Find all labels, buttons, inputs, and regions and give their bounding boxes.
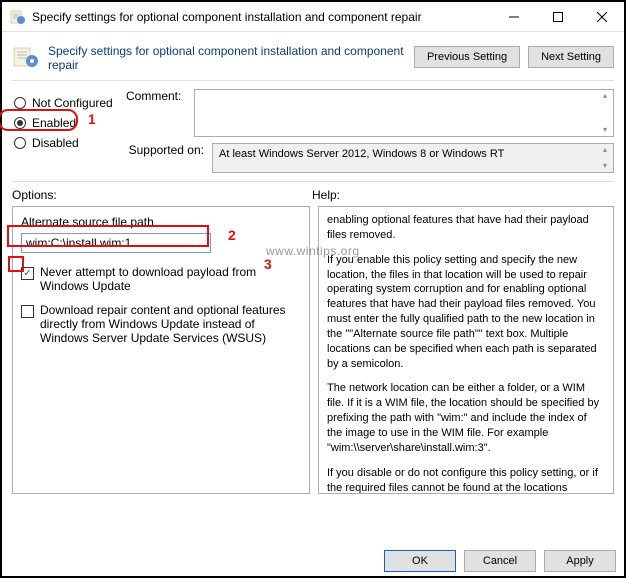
ok-button[interactable]: OK [384, 550, 456, 572]
radio-icon [14, 137, 26, 149]
help-paragraph: The network location can be either a fol… [327, 381, 605, 455]
supported-on-label: Supported on: [126, 143, 204, 157]
radio-disabled[interactable]: Disabled [12, 133, 118, 153]
options-panel: Alternate source file path ✓ Never attem… [12, 206, 310, 494]
radio-not-configured[interactable]: Not Configured [12, 93, 118, 113]
radio-label: Enabled [32, 116, 76, 130]
policy-large-icon [12, 46, 42, 68]
comment-textarea[interactable]: ▴ ▾ [194, 89, 614, 137]
close-button[interactable] [580, 2, 624, 31]
scroll-down-icon: ▾ [599, 162, 611, 170]
titlebar: Specify settings for optional component … [2, 2, 624, 32]
alt-path-input[interactable] [21, 233, 211, 253]
supported-on-text: At least Windows Server 2012, Windows 8 … [219, 148, 504, 160]
checkbox-never-download[interactable]: ✓ Never attempt to download payload from… [21, 265, 301, 293]
scroll-down-icon: ▾ [599, 126, 611, 134]
radio-label: Not Configured [32, 96, 113, 110]
radio-label: Disabled [32, 136, 79, 150]
radio-enabled[interactable]: Enabled [12, 113, 118, 133]
checkbox-label: Download repair content and optional fea… [40, 303, 301, 345]
maximize-button[interactable] [536, 2, 580, 31]
supported-on-value: At least Windows Server 2012, Windows 8 … [212, 143, 614, 173]
window-buttons [492, 2, 624, 31]
help-label: Help: [312, 188, 614, 202]
policy-icon [10, 9, 26, 25]
state-radio-group: Not Configured Enabled Disabled [12, 89, 118, 173]
checkbox-label: Never attempt to download payload from W… [40, 265, 301, 293]
window-title: Specify settings for optional component … [32, 10, 492, 24]
scrollbar[interactable]: ▴ ▾ [599, 92, 611, 134]
panels-area: Alternate source file path ✓ Never attem… [2, 202, 624, 494]
header-title: Specify settings for optional component … [48, 42, 414, 72]
scrollbar[interactable]: ▴ ▾ [599, 146, 611, 170]
scroll-up-icon: ▴ [599, 146, 611, 154]
radio-icon [14, 97, 26, 109]
config-state-area: Not Configured Enabled Disabled 1 Commen… [2, 89, 624, 173]
options-label: Options: [12, 188, 312, 202]
previous-setting-button[interactable]: Previous Setting [414, 46, 520, 68]
checkbox-icon: ✓ [21, 267, 34, 280]
help-paragraph: enabling optional features that have had… [327, 213, 605, 243]
next-setting-button[interactable]: Next Setting [528, 46, 614, 68]
comment-label: Comment: [126, 89, 186, 103]
header: Specify settings for optional component … [2, 32, 624, 78]
radio-icon [14, 117, 26, 129]
help-paragraph: If you enable this policy setting and sp… [327, 253, 605, 372]
cancel-button[interactable]: Cancel [464, 550, 536, 572]
checkbox-download-from-wu[interactable]: Download repair content and optional fea… [21, 303, 301, 345]
footer-buttons: OK Cancel Apply [384, 550, 616, 572]
alt-path-label: Alternate source file path [21, 215, 301, 229]
help-paragraph: If you disable or do not configure this … [327, 466, 605, 494]
comment-supported-block: Comment: ▴ ▾ Supported on: At least Wind… [126, 89, 614, 173]
scroll-up-icon: ▴ [599, 92, 611, 100]
help-panel: enabling optional features that have had… [318, 206, 614, 494]
minimize-button[interactable] [492, 2, 536, 31]
apply-button[interactable]: Apply [544, 550, 616, 572]
panel-labels: Options: Help: [2, 188, 624, 202]
checkbox-icon [21, 305, 34, 318]
